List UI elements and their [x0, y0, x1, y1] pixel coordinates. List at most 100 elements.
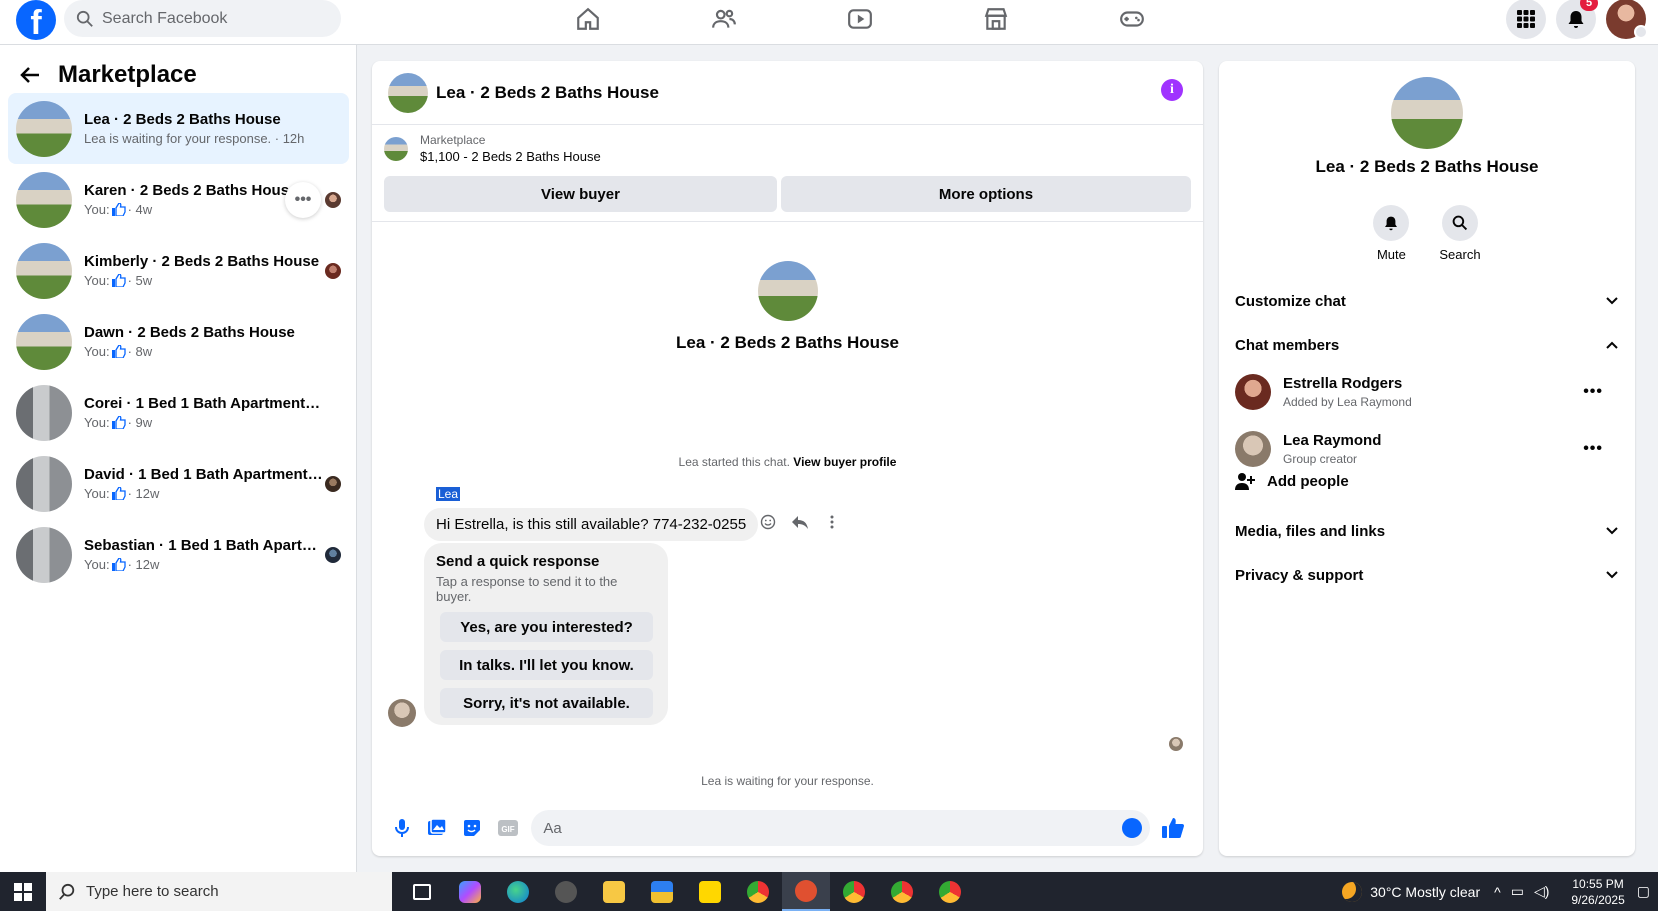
gif-icon[interactable]: GIF — [490, 810, 525, 846]
search-placeholder: Search Facebook — [102, 9, 228, 27]
media-files-section[interactable]: Media, files and links — [1235, 509, 1619, 553]
notification-center-icon[interactable]: ▢ — [1637, 883, 1650, 900]
microphone-icon[interactable] — [384, 810, 419, 846]
member-role: Group creator — [1283, 452, 1358, 466]
preview-prefix: You: — [84, 486, 110, 501]
mute-button[interactable]: Mute — [1373, 205, 1410, 262]
message-input[interactable]: Aa — [531, 810, 1150, 846]
thumbs-up-icon — [111, 558, 126, 571]
notifications-button[interactable]: 5 — [1556, 0, 1598, 39]
conversation-item[interactable]: Sebastian · 1 Bed 1 Bath Apartm... You: ·… — [8, 519, 349, 590]
start-button[interactable] — [0, 872, 46, 911]
listing-price: $1,100 - 2 Beds 2 Baths House — [420, 149, 601, 164]
conversation-item[interactable]: Kimberly · 2 Beds 2 Baths House You: · 5w — [8, 235, 349, 306]
store-app[interactable] — [638, 872, 686, 911]
quick-response-not-available[interactable]: Sorry, it's not available. — [440, 688, 653, 718]
search-in-chat-button[interactable]: Search — [1439, 205, 1481, 262]
thumbs-up-send-icon[interactable] — [1156, 810, 1191, 846]
conversation-item[interactable]: Corei · 1 Bed 1 Bath Apartment/co... You… — [8, 377, 349, 448]
preview-prefix: You: — [84, 557, 110, 572]
network-icon[interactable]: ▭ — [1511, 883, 1524, 900]
nav-home[interactable] — [520, 0, 656, 37]
chevron-down-icon — [1606, 571, 1618, 579]
preview-time: · 9w — [127, 415, 153, 430]
weather-widget[interactable]: 30°C Mostly clear — [1342, 881, 1480, 902]
file-explorer-app[interactable] — [590, 872, 638, 911]
more-vertical-icon[interactable] — [821, 511, 843, 533]
video-icon — [848, 8, 872, 29]
menu-button[interactable] — [1506, 0, 1546, 39]
chat-profile-avatar[interactable] — [757, 261, 818, 321]
privacy-support-label: Privacy & support — [1235, 566, 1364, 584]
task-view-button[interactable] — [398, 872, 446, 911]
windows-icon — [14, 882, 32, 901]
info-icon[interactable]: i — [1161, 79, 1183, 101]
edge-app[interactable] — [494, 872, 542, 911]
app-pinned[interactable] — [542, 872, 590, 911]
sticky-notes-icon — [699, 880, 721, 903]
photo-icon[interactable] — [419, 810, 454, 846]
nav-marketplace[interactable] — [928, 0, 1064, 37]
quick-response-in-talks[interactable]: In talks. I'll let you know. — [440, 650, 653, 680]
back-arrow-icon[interactable] — [16, 61, 44, 89]
view-buyer-profile-link[interactable]: View buyer profile — [793, 455, 896, 469]
member-more-button[interactable]: ••• — [1583, 383, 1603, 401]
nav-friends[interactable] — [656, 0, 792, 37]
listing-summary[interactable]: Marketplace $1,100 - 2 Beds 2 Baths Hous… — [384, 133, 601, 164]
active-app[interactable] — [782, 872, 830, 911]
conversation-name: Sebastian · 1 Bed 1 Bath Apartm... — [84, 537, 324, 554]
nav-gaming[interactable] — [1064, 0, 1200, 37]
account-avatar[interactable] — [1606, 0, 1648, 39]
chrome-profile-app[interactable] — [878, 872, 926, 911]
listing-thumbnail — [16, 313, 72, 370]
chevron-up-icon — [1606, 341, 1618, 349]
thumbs-up-icon — [111, 274, 126, 287]
system-clock[interactable]: 10:55 PM 9/26/2025 — [1571, 876, 1624, 908]
nav-video[interactable] — [792, 0, 928, 37]
react-icon[interactable] — [757, 511, 779, 533]
chat-title[interactable]: Lea · 2 Beds 2 Baths House — [436, 83, 659, 103]
more-options-button[interactable]: More options — [781, 176, 1191, 212]
details-name: Lea · 2 Beds 2 Baths House — [1315, 157, 1539, 176]
search-icon — [76, 10, 93, 27]
chat-panel: Lea · 2 Beds 2 Baths House i Marketplace… — [372, 61, 1203, 856]
conversation-item[interactable]: Lea · 2 Beds 2 Baths House Lea is waitin… — [8, 93, 349, 164]
facebook-logo[interactable]: f — [16, 0, 56, 40]
taskbar-search[interactable]: Type here to search — [46, 872, 392, 911]
chrome-profile-app[interactable] — [830, 872, 878, 911]
conversation-item[interactable]: David · 1 Bed 1 Bath Apartment/... You: ·… — [8, 448, 349, 519]
thumbs-up-icon — [111, 416, 126, 429]
search-facebook-input[interactable]: Search Facebook — [64, 0, 341, 37]
message-input-placeholder: Aa — [543, 819, 562, 837]
privacy-support-section[interactable]: Privacy & support — [1235, 553, 1619, 597]
emoji-icon[interactable] — [1121, 818, 1142, 838]
reply-icon[interactable] — [789, 511, 811, 533]
thumbs-up-icon — [111, 345, 126, 358]
volume-icon[interactable]: ◁) — [1534, 883, 1549, 900]
conversation-more-button[interactable]: ••• — [285, 181, 321, 218]
chat-avatar[interactable] — [388, 72, 428, 113]
conversation-name: Lea · 2 Beds 2 Baths House — [84, 111, 281, 128]
sticker-icon[interactable] — [455, 810, 490, 846]
chat-members-section[interactable]: Chat members — [1235, 323, 1619, 367]
details-avatar[interactable] — [1391, 77, 1463, 149]
chrome-app[interactable] — [734, 872, 782, 911]
view-buyer-button[interactable]: View buyer — [384, 176, 777, 212]
conversation-item[interactable]: Karen · 2 Beds 2 Baths House You: · 4w ••… — [8, 164, 349, 235]
member-more-button[interactable]: ••• — [1583, 440, 1603, 458]
member-item[interactable]: Estrella Rodgers Added by Lea Raymond ••… — [1235, 366, 1619, 418]
conversation-item[interactable]: Dawn · 2 Beds 2 Baths House You: · 8w — [8, 306, 349, 377]
conversation-name: David · 1 Bed 1 Bath Apartment/... — [84, 466, 324, 483]
add-people-button[interactable]: Add people — [1235, 472, 1349, 490]
customize-chat-section[interactable]: Customize chat — [1235, 279, 1619, 323]
conversation-name: Kimberly · 2 Beds 2 Baths House — [84, 253, 320, 270]
quick-response-interested[interactable]: Yes, are you interested? — [440, 612, 653, 642]
chrome-profile-app[interactable] — [926, 872, 974, 911]
member-item[interactable]: Lea Raymond Group creator ••• — [1235, 423, 1619, 475]
chrome-icon — [939, 880, 961, 903]
chevron-up-icon[interactable]: ^ — [1494, 884, 1501, 900]
mute-label: Mute — [1376, 247, 1406, 262]
sticky-notes-app[interactable] — [686, 872, 734, 911]
message-bubble[interactable]: Hi Estrella, is this still available? 77… — [424, 508, 759, 541]
copilot-app[interactable] — [446, 872, 494, 911]
